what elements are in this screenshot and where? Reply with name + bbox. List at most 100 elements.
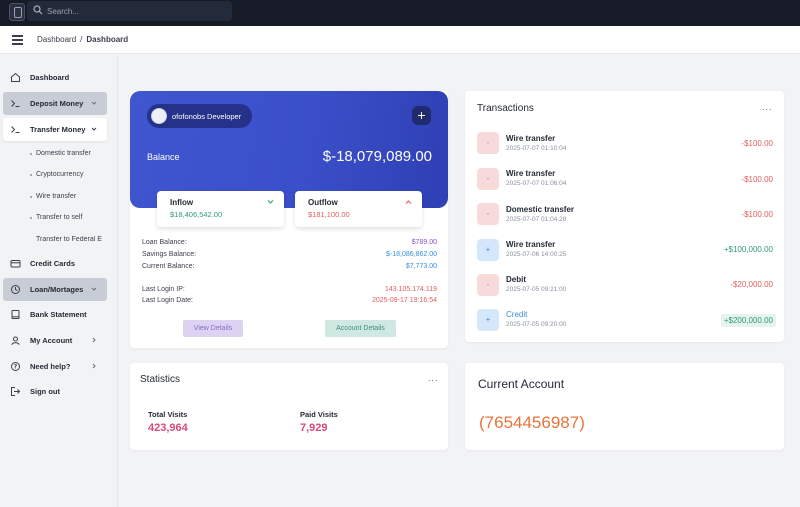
sidebar-item-sign-out[interactable]: Sign out <box>3 380 107 403</box>
debit-icon: - <box>477 168 499 190</box>
last-login-date-value: 2025-09-17 19:16:54 <box>372 297 437 304</box>
header-bar: Dashboard / Dashboard <box>0 26 800 54</box>
current-balance-label: Current Balance: <box>142 263 195 270</box>
debit-icon: - <box>477 132 499 154</box>
sidebar-item-label: Need help? <box>30 362 71 371</box>
breadcrumb-root[interactable]: Dashboard <box>37 35 76 44</box>
add-button[interactable]: + <box>412 106 431 125</box>
search-box[interactable] <box>27 1 232 21</box>
transaction-name[interactable]: Debit <box>506 275 526 284</box>
inflow-card[interactable]: Inflow $18,406,542.00 <box>157 191 284 227</box>
logo[interactable] <box>9 3 25 21</box>
sidebar-subitem-transfer-to-self[interactable]: Transfer to self <box>29 214 82 221</box>
sidebar-item-loan-mortages[interactable]: Loan/Mortages <box>3 278 107 301</box>
sidebar-item-label: Sign out <box>30 387 60 396</box>
transaction-name[interactable]: Wire transfer <box>506 134 555 143</box>
inflow-value: $18,406,542.00 <box>170 210 223 219</box>
statistics-title: Statistics <box>140 374 181 385</box>
chevron-down-icon <box>91 127 97 131</box>
transaction-amount: +$200,000.00 <box>720 314 776 327</box>
help-icon: ? <box>11 362 20 371</box>
transaction-name[interactable]: Wire transfer <box>506 240 555 249</box>
savings-balance-label: Savings Balance: <box>142 251 197 258</box>
avatar <box>151 108 167 124</box>
chevron-down-icon <box>267 200 274 204</box>
credit-icon: + <box>477 239 499 261</box>
sign-out-icon <box>11 387 21 396</box>
outflow-card[interactable]: Outflow $181,100.00 <box>295 191 422 227</box>
search-icon <box>33 5 43 15</box>
sidebar-item-my-account[interactable]: My Account <box>3 329 107 352</box>
sidebar-item-need-help[interactable]: ? Need help? <box>3 355 107 378</box>
sidebar-item-transfer-money[interactable]: Transfer Money <box>3 118 107 141</box>
sidebar-item-label: Dashboard <box>30 73 70 82</box>
transaction-date: 2025-07-05 09:20:00 <box>506 321 567 328</box>
outflow-value: $181,100.00 <box>308 210 350 219</box>
terminal-icon <box>11 126 20 133</box>
sidebar-item-bank-statement[interactable]: Bank Statement <box>3 303 107 326</box>
transaction-date: 2025-07-07 01:10:04 <box>506 145 567 152</box>
chevron-right-icon <box>92 363 96 369</box>
last-login-date-label: Last Login Date: <box>142 297 193 304</box>
book-icon <box>11 310 20 319</box>
sidebar-item-credit-cards[interactable]: Credit Cards <box>3 252 107 275</box>
sidebar-item-dashboard[interactable]: Dashboard <box>3 66 107 89</box>
total-visits-value: 423,964 <box>148 422 188 434</box>
total-visits-label: Total Visits <box>148 410 188 419</box>
account-number: (7654456987) <box>479 413 585 432</box>
account-details-button[interactable]: Account Details <box>325 320 396 337</box>
statistics-menu-icon[interactable]: ... <box>428 373 439 383</box>
sidebar-item-deposit-money[interactable]: Deposit Money <box>3 92 107 115</box>
account-name: ofofonobs Developer <box>172 111 242 121</box>
transaction-date: 2025-07-07 01:06:04 <box>506 180 567 187</box>
transaction-amount: -$20,000.00 <box>730 280 773 289</box>
chevron-right-icon <box>92 337 96 343</box>
debit-icon: - <box>477 274 499 296</box>
sidebar-subitem-transfer-to-federal[interactable]: Transfer to Federal E <box>36 236 108 243</box>
balance-value: $-18,079,089.00 <box>322 148 432 165</box>
outflow-label: Outflow <box>308 198 338 207</box>
inflow-label: Inflow <box>170 198 194 207</box>
svg-text:?: ? <box>14 364 18 371</box>
transaction-amount: -$100.00 <box>741 175 773 184</box>
sidebar-item-label: Deposit Money <box>30 99 84 108</box>
transaction-amount: -$100.00 <box>741 210 773 219</box>
transaction-name[interactable]: Credit <box>506 310 527 319</box>
credit-icon: + <box>477 309 499 331</box>
sidebar-subitem-cryptocurrency[interactable]: Cryptocurrency <box>29 171 83 178</box>
transaction-amount: -$100.00 <box>741 139 773 148</box>
savings-balance-value: $-18,086,862.00 <box>386 251 437 258</box>
last-login-ip-value: 143.105.174.119 <box>384 286 437 293</box>
terminal-icon <box>11 100 20 107</box>
transactions-title: Transactions <box>477 103 534 114</box>
last-login-ip-label: Last Login IP: <box>142 286 185 293</box>
paid-visits-label: Paid Visits <box>300 410 338 419</box>
sidebar-item-label: Transfer Money <box>30 125 86 134</box>
current-account-title: Current Account <box>478 377 565 391</box>
sidebar-subitem-domestic-transfer[interactable]: Domestic transfer <box>30 150 91 157</box>
transaction-name[interactable]: Wire transfer <box>506 169 555 178</box>
transaction-name[interactable]: Domestic transfer <box>506 205 574 214</box>
sidebar-item-label: Loan/Mortages <box>30 285 84 294</box>
transactions-menu-icon[interactable]: ... <box>762 102 773 112</box>
breadcrumb-separator: / <box>80 35 83 44</box>
chevron-up-icon <box>405 200 412 204</box>
home-icon <box>11 72 20 82</box>
search-input[interactable] <box>47 3 227 19</box>
transaction-amount: +$100,000.00 <box>723 245 773 254</box>
loan-balance-value: $789.00 <box>411 239 437 246</box>
menu-icon[interactable] <box>12 35 23 45</box>
sidebar-subitem-wire-transfer[interactable]: Wire transfer <box>29 193 76 200</box>
sidebar-item-label: Credit Cards <box>30 259 76 268</box>
transaction-date: 2025-07-06 14:00:25 <box>506 251 567 258</box>
sidebar-item-label: My Account <box>30 336 73 345</box>
view-details-button[interactable]: View Details <box>183 320 243 337</box>
account-selector[interactable]: ofofonobs Developer <box>147 104 253 128</box>
breadcrumb-current: Dashboard <box>86 35 129 44</box>
transaction-date: 2025-07-07 01:04:28 <box>506 216 567 223</box>
chevron-down-icon <box>91 287 97 291</box>
top-bar <box>0 0 800 26</box>
clock-icon <box>11 285 20 294</box>
balance-label: Balance <box>147 152 180 162</box>
paid-visits-value: 7,929 <box>300 422 328 434</box>
